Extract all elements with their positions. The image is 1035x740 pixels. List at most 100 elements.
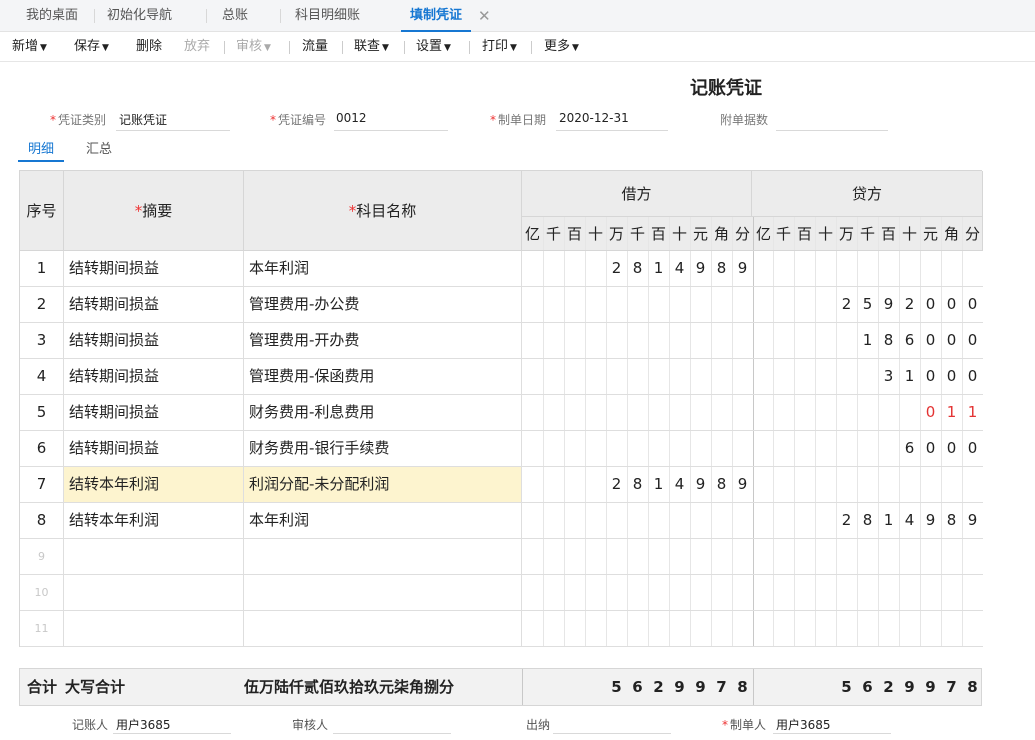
digit-divider xyxy=(941,575,942,610)
amount-cells[interactable]: 6000 xyxy=(522,431,983,466)
summary-cell[interactable]: 结转期间损益 xyxy=(64,323,244,358)
table-row[interactable]: 9 xyxy=(20,539,983,575)
summary-cell[interactable] xyxy=(64,611,244,646)
credit-digit: 4 xyxy=(904,511,915,529)
discard-button[interactable]: 放弃 xyxy=(184,32,210,62)
tab-fill-voucher[interactable]: 填制凭证 xyxy=(401,0,472,32)
table-row[interactable]: 2 结转期间损益 管理费用-办公费 2 5 9 2 0 0 0 xyxy=(20,287,983,323)
subtab-summary[interactable]: 汇总 xyxy=(86,138,112,157)
amount-cells[interactable]: 011 xyxy=(522,395,983,430)
add-label: 新增 xyxy=(12,39,39,54)
digit-divider xyxy=(836,467,837,502)
digit-divider xyxy=(878,431,879,466)
table-row[interactable]: 7 结转本年利润 利润分配-未分配利润 2 8 1 4 9 8 9 xyxy=(20,467,983,503)
toolbar-divider xyxy=(404,41,405,54)
table-row[interactable]: 1 结转期间损益 本年利润 2 8 1 4 9 8 9 xyxy=(20,251,983,287)
settings-button[interactable]: 设置 ▼ xyxy=(416,32,451,62)
chevron-down-icon: ▼ xyxy=(40,43,47,53)
digit-divider xyxy=(711,323,712,358)
digit-divider xyxy=(878,395,879,430)
digit-divider xyxy=(606,395,607,430)
amount-divider xyxy=(522,669,523,705)
account-cell[interactable]: 财务费用-银行手续费 xyxy=(244,431,522,466)
voucher-type-field[interactable]: 记账凭证 xyxy=(119,111,167,128)
account-cell[interactable] xyxy=(244,539,522,574)
digit-divider xyxy=(732,503,733,538)
table-row[interactable]: 5 结转期间损益 财务费用-利息费用 0 1 1 xyxy=(20,395,983,431)
digit-divider xyxy=(564,395,565,430)
account-cell[interactable]: 本年利润 xyxy=(244,503,522,538)
table-row[interactable]: 6 结转期间损益 财务费用-银行手续费 6 0 0 0 xyxy=(20,431,983,467)
subtab-detail[interactable]: 明细 xyxy=(28,138,54,157)
digit-divider xyxy=(627,503,628,538)
tab-account-detail[interactable]: 科目明细账 xyxy=(295,0,360,32)
amount-cells[interactable]: 2592000 xyxy=(522,287,983,322)
amount-cells[interactable] xyxy=(522,611,983,646)
tab-my-desktop[interactable]: 我的桌面 xyxy=(26,0,78,32)
digit-divider xyxy=(564,431,565,466)
credit-digit: 6 xyxy=(904,439,915,457)
account-cell[interactable]: 管理费用-办公费 xyxy=(244,287,522,322)
summary-cell[interactable]: 结转期间损益 xyxy=(64,251,244,286)
account-cell[interactable]: 财务费用-利息费用 xyxy=(244,395,522,430)
tab-divider xyxy=(94,9,95,23)
add-button[interactable]: 新增 ▼ xyxy=(12,32,47,62)
summary-cell[interactable]: 结转本年利润 xyxy=(64,467,244,502)
save-button[interactable]: 保存 ▼ xyxy=(74,32,109,62)
account-cell[interactable]: 本年利润 xyxy=(244,251,522,286)
tab-init-nav[interactable]: 初始化导航 xyxy=(107,0,172,32)
amount-cells[interactable]: 31000 xyxy=(522,359,983,394)
table-row[interactable]: 10 xyxy=(20,575,983,611)
review-button[interactable]: 审核 ▼ xyxy=(236,32,271,62)
query-label: 联查 xyxy=(354,39,381,54)
account-cell[interactable]: 管理费用-开办费 xyxy=(244,323,522,358)
summary-cell[interactable]: 结转期间损益 xyxy=(64,431,244,466)
table-row[interactable]: 3 结转期间损益 管理费用-开办费 1 8 6 0 0 0 xyxy=(20,323,983,359)
voucher-number-field[interactable]: 0012 xyxy=(336,111,367,125)
account-cell[interactable] xyxy=(244,611,522,646)
close-icon[interactable]: ✕ xyxy=(478,0,491,32)
preparer-field[interactable]: 用户3685 xyxy=(776,716,831,733)
amount-cells[interactable] xyxy=(522,539,983,574)
delete-button[interactable]: 删除 xyxy=(136,32,162,62)
digit-divider xyxy=(732,287,733,322)
digit-divider xyxy=(773,467,774,502)
debit-digit: 4 xyxy=(674,475,685,493)
summary-cell[interactable]: 结转本年利润 xyxy=(64,503,244,538)
digit-divider xyxy=(878,467,879,502)
date-field[interactable]: 2020-12-31 xyxy=(559,111,629,125)
amount-cells[interactable]: 2814989 xyxy=(522,467,983,502)
summary-cell[interactable]: 结转期间损益 xyxy=(64,287,244,322)
total-words-label: 大写合计 xyxy=(65,678,126,696)
digit-divider xyxy=(627,287,628,322)
table-row[interactable]: 4 结转期间损益 管理费用-保函费用 3 1 0 0 0 xyxy=(20,359,983,395)
summary-cell[interactable]: 结转期间损益 xyxy=(64,359,244,394)
table-row[interactable]: 8 结转本年利润 本年利润 2 8 1 4 9 8 9 xyxy=(20,503,983,539)
amount-cells[interactable]: 2814989 xyxy=(522,251,983,286)
account-cell[interactable]: 利润分配-未分配利润 xyxy=(244,467,522,502)
digit-divider xyxy=(794,395,795,430)
digit-divider xyxy=(648,539,649,574)
total-credit-digit: 5 xyxy=(841,678,852,696)
more-button[interactable]: 更多 ▼ xyxy=(544,32,579,62)
amount-cells[interactable]: 186000 xyxy=(522,323,983,358)
amount-cells[interactable] xyxy=(522,575,983,610)
summary-cell[interactable]: 结转期间损益 xyxy=(64,395,244,430)
summary-cell[interactable] xyxy=(64,539,244,574)
amount-cells[interactable]: 2814989 xyxy=(522,503,983,538)
chevron-down-icon: ▼ xyxy=(102,43,109,53)
digit-divider xyxy=(648,575,649,610)
print-button[interactable]: 打印 ▼ xyxy=(482,32,517,62)
digit-unit-label: 元 xyxy=(692,225,708,243)
digit-divider xyxy=(836,575,837,610)
table-row[interactable]: 11 xyxy=(20,611,983,647)
query-button[interactable]: 联查 ▼ xyxy=(354,32,389,62)
row-number: 7 xyxy=(20,467,64,502)
bookkeeper-field[interactable]: 用户3685 xyxy=(116,716,171,733)
account-cell[interactable]: 管理费用-保函费用 xyxy=(244,359,522,394)
digit-divider xyxy=(711,575,712,610)
tab-general-ledger[interactable]: 总账 xyxy=(222,0,248,32)
account-cell[interactable] xyxy=(244,575,522,610)
cashflow-button[interactable]: 流量 xyxy=(302,32,328,62)
summary-cell[interactable] xyxy=(64,575,244,610)
